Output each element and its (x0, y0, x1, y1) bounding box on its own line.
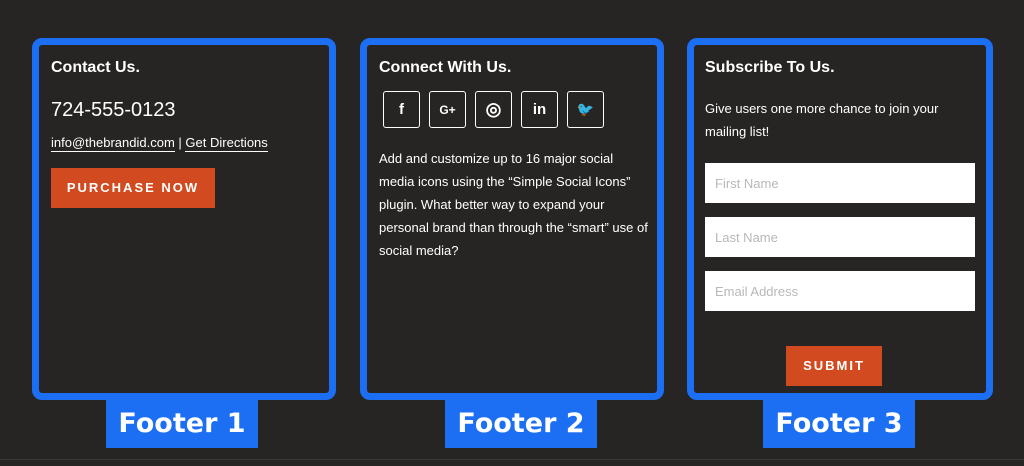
footer-1-column: Contact Us. 724-555-0123 info@thebrandid… (32, 38, 336, 400)
footer-2-title: Connect With Us. (379, 59, 512, 76)
footer-3-title: Subscribe To Us. (705, 59, 835, 76)
google-plus-icon[interactable]: G+ (429, 91, 466, 128)
footer-3-column: Subscribe To Us. Give users one more cha… (687, 38, 993, 400)
linkedin-icon[interactable]: in (521, 91, 558, 128)
facebook-icon[interactable]: f (383, 91, 420, 128)
instagram-icon[interactable]: ◎ (475, 91, 512, 128)
get-directions-link[interactable]: Get Directions (185, 135, 268, 152)
twitter-icon[interactable]: 🐦 (567, 91, 604, 128)
phone-number: 724-555-0123 (51, 99, 176, 121)
footer-3-label: Footer 3 (763, 400, 915, 448)
footer-2-label: Footer 2 (445, 400, 597, 448)
bottom-divider (0, 459, 1024, 460)
email-field[interactable] (705, 271, 975, 311)
purchase-now-button[interactable]: PURCHASE NOW (51, 168, 215, 208)
social-description: Add and customize up to 16 major social … (379, 151, 648, 258)
first-name-field[interactable] (705, 163, 975, 203)
submit-button[interactable]: SUBMIT (786, 346, 882, 386)
subscribe-description: Give users one more chance to join your … (705, 101, 939, 139)
email-link[interactable]: info@thebrandid.com (51, 135, 175, 152)
contact-links: info@thebrandid.com | Get Directions (51, 135, 268, 152)
last-name-field[interactable] (705, 217, 975, 257)
footer-2-column: Connect With Us. f G+ ◎ in 🐦 Add and cus… (360, 38, 664, 400)
social-icons: f G+ ◎ in 🐦 (383, 91, 604, 128)
footer-1-title: Contact Us. (51, 59, 140, 76)
link-separator: | (178, 135, 182, 150)
footer-1-label: Footer 1 (106, 400, 258, 448)
